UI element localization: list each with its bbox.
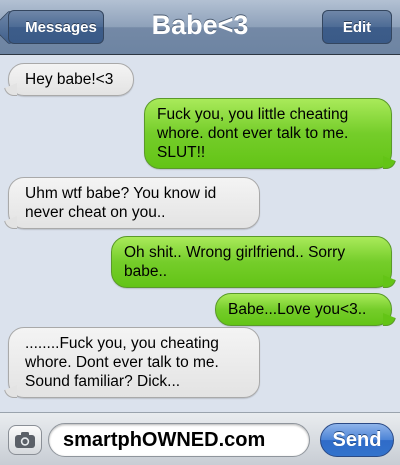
back-button[interactable]: Messages — [8, 10, 104, 44]
message-bubble-received[interactable]: ........Fuck you, you cheating whore. Do… — [8, 327, 260, 398]
edit-button[interactable]: Edit — [322, 10, 392, 44]
edit-button-label: Edit — [342, 18, 372, 36]
camera-icon — [15, 432, 35, 448]
message-bubble-received[interactable]: Uhm wtf babe? You know id never cheat on… — [8, 177, 260, 229]
send-button-label: Send — [332, 428, 382, 451]
message-bubble-sent[interactable]: Oh shit.. Wrong girlfriend.. Sorry babe.… — [111, 236, 392, 288]
camera-button[interactable] — [8, 425, 42, 455]
message-bubble-sent[interactable]: Babe...Love you<3.. — [215, 293, 392, 326]
navigation-bar: Messages Babe<3 Edit — [0, 0, 400, 55]
send-button[interactable]: Send — [320, 423, 394, 457]
back-button-area[interactable]: Messages — [0, 0, 110, 55]
message-input[interactable]: smartphOWNED.com — [48, 423, 310, 457]
compose-bar: smartphOWNED.com Send — [0, 412, 400, 465]
back-button-label: Messages — [25, 18, 97, 36]
message-thread[interactable]: Hey babe!<3 Fuck you, you little cheatin… — [0, 56, 400, 412]
message-bubble-sent[interactable]: Fuck you, you little cheating whore. don… — [144, 98, 392, 169]
message-bubble-received[interactable]: Hey babe!<3 — [8, 63, 134, 96]
